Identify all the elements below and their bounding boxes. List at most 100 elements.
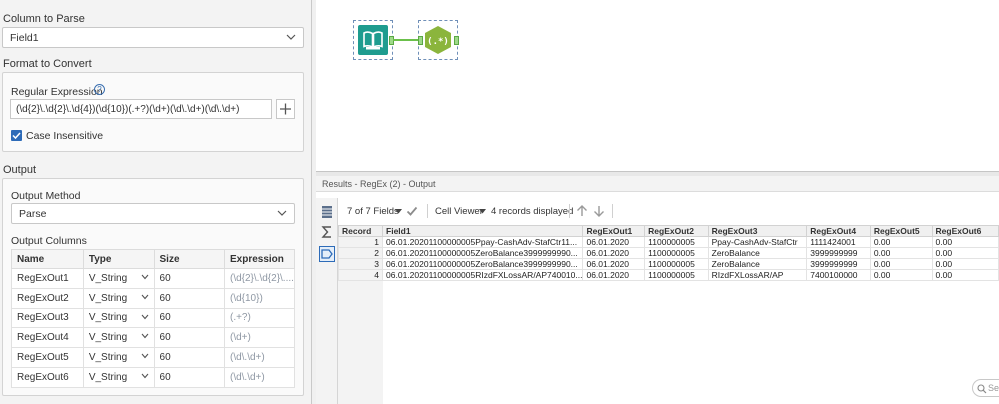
column-type-select[interactable]: V_String xyxy=(82,287,155,309)
insert-token-button[interactable] xyxy=(276,99,295,119)
table-cell[interactable]: 06.01.20201100000005Ppay-CashAdv-StafCtr… xyxy=(382,236,584,248)
output-column-row[interactable]: RegExOut5 V_String 60 (\d\.\d+) xyxy=(11,347,296,368)
column-header[interactable]: RegExOut4 xyxy=(806,225,871,237)
column-header[interactable]: RegExOut6 xyxy=(931,225,999,237)
column-name[interactable]: RegExOut6 xyxy=(11,366,84,388)
case-insensitive-checkbox[interactable] xyxy=(11,130,22,141)
empty-cell xyxy=(869,302,933,314)
table-cell[interactable]: 06.01.2020 xyxy=(582,236,646,248)
column-name[interactable]: RegExOut3 xyxy=(11,307,84,329)
table-cell[interactable]: 06.01.20201100000005ZeroBalance399999999… xyxy=(382,258,584,270)
chevron-down-icon xyxy=(141,274,148,280)
messages-button[interactable] xyxy=(319,246,335,262)
table-cell[interactable]: 1100000005 xyxy=(644,269,709,281)
cell-viewer-selector[interactable]: Cell Viewer xyxy=(435,206,483,217)
column-type-select[interactable]: V_String xyxy=(82,347,155,368)
column-type-select[interactable]: V_String xyxy=(82,366,155,388)
table-cell[interactable]: ZeroBalance xyxy=(707,247,808,259)
help-icon[interactable]: ? xyxy=(94,84,105,95)
output-column-row[interactable]: RegExOut4 V_String 60 (\d+) xyxy=(11,327,296,349)
empty-cell xyxy=(582,302,646,314)
output-method-select[interactable]: Parse xyxy=(11,203,295,224)
column-header[interactable]: RegExOut5 xyxy=(869,225,933,237)
connection-line[interactable] xyxy=(393,39,418,41)
column-name[interactable]: RegExOut4 xyxy=(11,327,84,349)
table-row[interactable]: 3 06.01.20201100000005ZeroBalance39999999… xyxy=(338,258,999,270)
output-column-row[interactable]: RegExOut3 V_String 60 (.+?) xyxy=(11,307,296,329)
table-cell[interactable]: 1111424001 xyxy=(806,236,871,248)
column-header[interactable]: Record xyxy=(338,225,384,237)
table-row[interactable]: 4 06.01.20201100000005RIzdFXLossAR/AP7400… xyxy=(338,269,999,281)
column-header[interactable]: RegExOut1 xyxy=(582,225,646,237)
table-row[interactable]: 1 06.01.20201100000005Ppay-CashAdv-StafCt… xyxy=(338,236,999,248)
table-cell[interactable]: 1100000005 xyxy=(644,236,709,248)
output-column-row[interactable]: RegExOut1 V_String 60 (\d{2}\.\d{2}\.... xyxy=(11,268,296,289)
check-icon[interactable] xyxy=(406,205,418,217)
table-cell[interactable]: 0.00 xyxy=(869,269,933,281)
column-size[interactable]: 60 xyxy=(153,287,225,309)
column-name[interactable]: RegExOut1 xyxy=(11,268,84,289)
column-name[interactable]: RegExOut5 xyxy=(11,347,84,368)
table-cell[interactable]: 0.00 xyxy=(869,258,933,270)
table-cell[interactable]: RIzdFXLossAR/AP xyxy=(707,269,808,281)
chevron-down-icon xyxy=(141,353,148,359)
fields-selector[interactable]: 7 of 7 Fields xyxy=(347,206,399,217)
table-row[interactable]: 2 06.01.20201100000005ZeroBalance39999999… xyxy=(338,247,999,259)
caret-down-icon[interactable] xyxy=(395,209,402,214)
column-type-select[interactable]: V_String xyxy=(82,327,155,349)
table-cell[interactable]: 7400100000 xyxy=(806,269,871,281)
column-size[interactable]: 60 xyxy=(153,307,225,329)
table-cell[interactable]: 06.01.2020 xyxy=(582,258,646,270)
table-cell[interactable]: 0.00 xyxy=(869,247,933,259)
workflow-canvas[interactable]: (.*) xyxy=(316,0,999,172)
table-cell[interactable]: 06.01.2020 xyxy=(582,247,646,259)
column-type-select[interactable]: V_String xyxy=(82,268,155,289)
table-cell[interactable]: 0.00 xyxy=(931,269,999,281)
table-cell[interactable]: 0.00 xyxy=(931,258,999,270)
record-number[interactable]: 4 xyxy=(338,269,384,281)
search-field[interactable]: Sea xyxy=(972,379,999,397)
column-size[interactable]: 60 xyxy=(153,347,225,368)
empty-cell xyxy=(338,379,384,391)
table-cell[interactable]: ZeroBalance xyxy=(707,258,808,270)
output-anchor[interactable] xyxy=(454,36,459,45)
output-column-row[interactable]: RegExOut2 V_String 60 (\d{10}) xyxy=(11,287,296,309)
column-header[interactable]: RegExOut2 xyxy=(644,225,709,237)
column-size[interactable]: 60 xyxy=(153,268,225,289)
table-cell[interactable]: 3999999999 xyxy=(806,247,871,259)
column-name[interactable]: RegExOut2 xyxy=(11,287,84,309)
regex-input[interactable]: (\d{2}\.\d{2}\.\d{4})(\d{10})(.+?)(\d+)(… xyxy=(10,99,272,119)
column-type-select[interactable]: V_String xyxy=(82,307,155,329)
table-cell[interactable]: 0.00 xyxy=(931,236,999,248)
table-cell[interactable]: 1100000005 xyxy=(644,247,709,259)
arrow-up-icon[interactable] xyxy=(576,204,588,218)
arrow-down-icon[interactable] xyxy=(593,204,605,218)
table-cell[interactable]: 06.01.20201100000005ZeroBalance399999999… xyxy=(382,247,584,259)
column-to-parse-select[interactable]: Field1 xyxy=(2,27,304,48)
table-cell[interactable]: 06.01.20201100000005RIzdFXLossAR/AP74001… xyxy=(382,269,584,281)
column-size[interactable]: 60 xyxy=(153,366,225,388)
caret-down-icon[interactable] xyxy=(479,209,486,214)
table-cell[interactable]: 0.00 xyxy=(931,247,999,259)
table-cell[interactable]: 3999999999 xyxy=(806,258,871,270)
empty-row xyxy=(338,390,999,402)
chevron-down-icon xyxy=(141,314,148,319)
table-cell[interactable]: Ppay-CashAdv-StafCtr xyxy=(707,236,808,248)
record-number[interactable]: 1 xyxy=(338,236,384,248)
header-size: Size xyxy=(153,249,225,269)
table-cell[interactable]: 06.01.2020 xyxy=(582,269,646,281)
empty-cell xyxy=(806,346,871,358)
column-size[interactable]: 60 xyxy=(153,327,225,349)
table-cell[interactable]: 1100000005 xyxy=(644,258,709,270)
record-number[interactable]: 2 xyxy=(338,247,384,259)
record-number[interactable]: 3 xyxy=(338,258,384,270)
table-cell[interactable]: 0.00 xyxy=(869,236,933,248)
output-column-row[interactable]: RegExOut6 V_String 60 (\d\.\d+) xyxy=(11,366,296,388)
regex-tool[interactable]: (.*) xyxy=(418,20,459,60)
column-header[interactable]: Field1 xyxy=(382,225,584,237)
column-header[interactable]: RegExOut3 xyxy=(707,225,808,237)
data-view-button[interactable] xyxy=(319,204,335,220)
input-data-tool[interactable] xyxy=(353,20,394,60)
metadata-button[interactable] xyxy=(319,224,335,240)
empty-cell xyxy=(644,379,709,391)
